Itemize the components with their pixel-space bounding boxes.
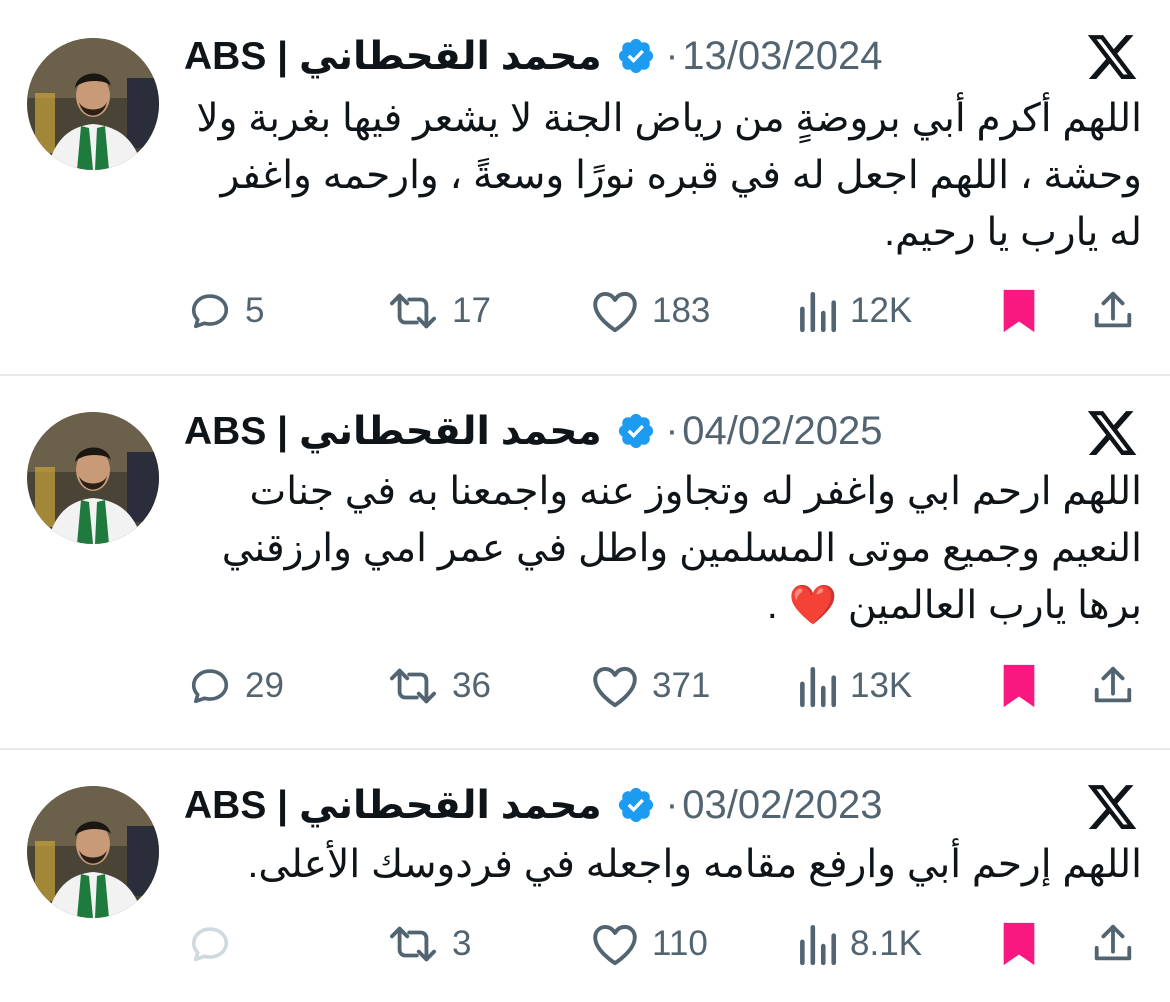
view-count: 12K: [850, 291, 913, 330]
tweet-text: اللهم أكرم أبي بروضةٍ من رياض الجنة لا ي…: [196, 97, 1142, 254]
tweet-actions: 5 17 183 12K: [0, 281, 1170, 341]
separator-dot: ·: [665, 34, 679, 77]
bookmark-icon: [1003, 289, 1035, 333]
tweet-text: اللهم ارحم ابي واغفر له وتجاوز عنه واجمع…: [221, 470, 1142, 627]
views-button[interactable]: 8.1K: [796, 914, 922, 974]
bookmark-button[interactable]: [999, 281, 1039, 341]
avatar[interactable]: [27, 786, 159, 918]
avatar[interactable]: [27, 412, 159, 544]
verified-badge-icon: [616, 36, 656, 76]
heart-icon: [593, 291, 637, 333]
like-count: 183: [652, 291, 711, 330]
share-button[interactable]: [1090, 281, 1136, 341]
reply-count: 5: [245, 291, 265, 330]
bookmark-button[interactable]: [999, 656, 1039, 716]
heart-icon: [593, 666, 637, 708]
reply-button[interactable]: [187, 914, 245, 974]
reply-icon: [191, 294, 229, 329]
reply-count: 29: [245, 666, 284, 705]
reply-icon: [191, 669, 229, 704]
bookmark-icon: [1003, 922, 1035, 966]
repost-count: 3: [452, 924, 472, 963]
view-count: 13K: [850, 666, 913, 705]
views-chart-icon: [800, 924, 837, 966]
view-count: 8.1K: [850, 924, 922, 963]
reply-button[interactable]: 29: [187, 656, 284, 716]
repost-icon: [390, 926, 437, 962]
repost-count: 17: [452, 291, 491, 330]
author-name[interactable]: ABS | محمد القحطاني: [184, 783, 602, 828]
repost-button[interactable]: 36: [386, 656, 491, 716]
tweet-header: ABS | محمد القحطاني · 04/02/2025: [184, 403, 883, 459]
views-chart-icon: [800, 666, 837, 708]
tweet-card[interactable]: ABS | محمد القحطاني · 04/02/2025 اللهم ا…: [0, 376, 1170, 750]
tweet-actions: 3 110 8.1K: [0, 914, 1170, 974]
x-logo-icon: [1084, 780, 1140, 834]
tweet-date[interactable]: 13/03/2024: [682, 34, 882, 79]
avatar[interactable]: [27, 38, 159, 170]
tweet-date[interactable]: 04/02/2025: [682, 409, 882, 454]
tweet-actions: 29 36 371 13K: [0, 656, 1170, 716]
tweet-date[interactable]: 03/02/2023: [682, 783, 882, 828]
reply-button[interactable]: 5: [187, 281, 264, 341]
tweet-card[interactable]: ABS | محمد القحطاني · 03/02/2023 اللهم إ…: [0, 750, 1170, 1002]
repost-count: 36: [452, 666, 491, 705]
tweet-card[interactable]: ABS | محمد القحطاني · 13/03/2024 اللهم أ…: [0, 0, 1170, 376]
views-button[interactable]: 13K: [796, 656, 912, 716]
author-name[interactable]: ABS | محمد القحطاني: [184, 409, 602, 454]
like-count: 110: [652, 924, 708, 963]
tweet-header: ABS | محمد القحطاني · 03/02/2023: [184, 777, 883, 833]
bookmark-button[interactable]: [999, 914, 1039, 974]
repost-button[interactable]: 17: [386, 281, 491, 341]
views-button[interactable]: 12K: [796, 281, 912, 341]
author-name[interactable]: ABS | محمد القحطاني: [184, 34, 602, 79]
share-icon: [1094, 924, 1132, 961]
verified-badge-icon: [616, 785, 656, 825]
like-count: 371: [652, 666, 711, 705]
like-button[interactable]: 371: [590, 656, 710, 716]
share-icon: [1094, 291, 1132, 328]
bookmark-icon: [1003, 664, 1035, 708]
views-chart-icon: [800, 291, 837, 333]
x-logo-icon: [1084, 406, 1140, 460]
share-button[interactable]: [1090, 656, 1136, 716]
like-button[interactable]: 110: [590, 914, 708, 974]
x-logo-icon: [1084, 30, 1140, 84]
tweet-text: اللهم إرحم أبي وارفع مقامه واجعله في فرد…: [247, 843, 1142, 886]
repost-icon: [390, 668, 437, 704]
tweet-header: ABS | محمد القحطاني · 13/03/2024: [184, 28, 883, 84]
share-icon: [1094, 666, 1132, 703]
like-button[interactable]: 183: [590, 281, 710, 341]
repost-icon: [390, 293, 437, 329]
separator-dot: ·: [665, 783, 679, 826]
share-button[interactable]: [1090, 914, 1136, 974]
separator-dot: ·: [665, 409, 679, 452]
verified-badge-icon: [616, 411, 656, 451]
repost-button[interactable]: 3: [386, 914, 471, 974]
reply-icon: [191, 927, 229, 962]
heart-icon: [593, 924, 637, 966]
